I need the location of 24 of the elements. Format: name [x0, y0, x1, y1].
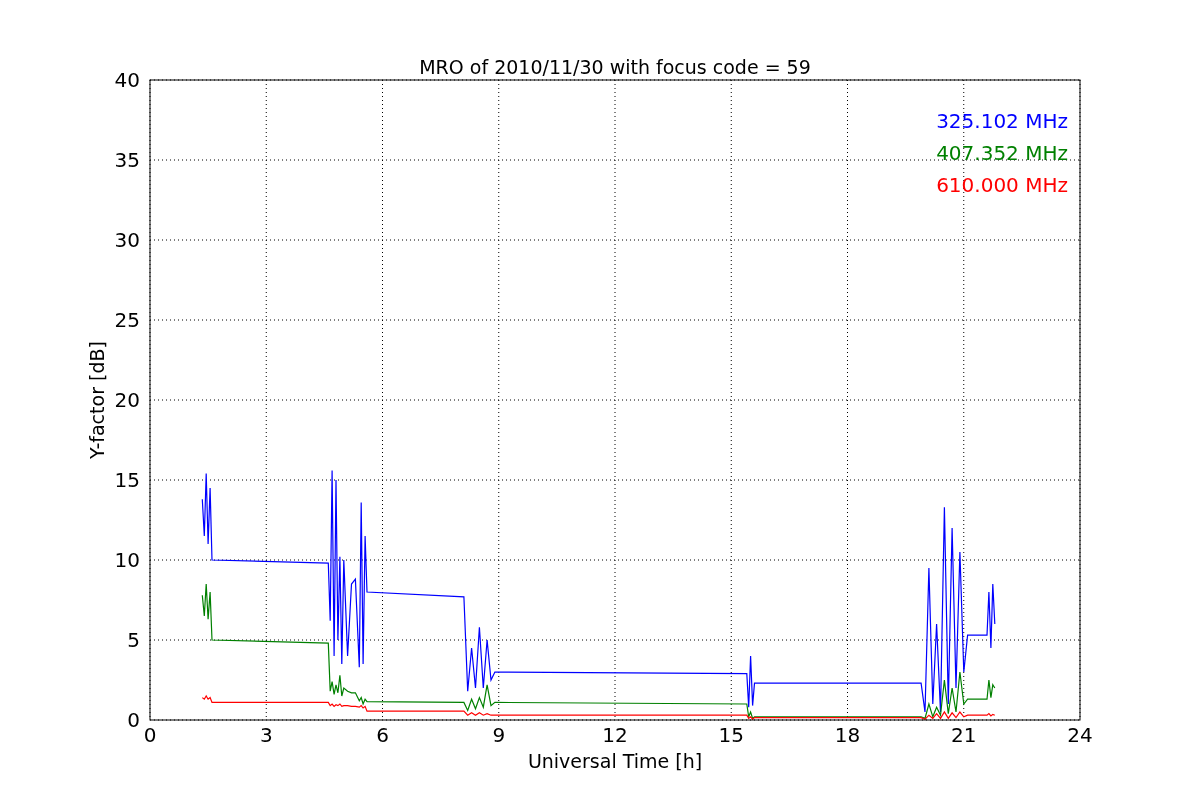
y-tick-label: 0: [127, 708, 140, 732]
x-tick-label: 0: [143, 723, 157, 747]
y-tick-label: 25: [114, 308, 140, 332]
x-tick-label: 24: [1067, 723, 1093, 747]
x-tick-label: 9: [492, 723, 506, 747]
y-axis-label: Y-factor [dB]: [86, 341, 108, 459]
x-tick-label: 21: [951, 723, 977, 747]
x-tick-label: 15: [718, 723, 744, 747]
x-axis-label: Universal Time [h]: [527, 750, 703, 772]
y-tick-label: 5: [127, 628, 140, 652]
x-tick-label: 6: [376, 723, 389, 747]
y-tick-label: 20: [114, 388, 140, 412]
y-tick-label: 35: [114, 148, 140, 172]
x-tick-label: 12: [602, 723, 628, 747]
legend-label: 407.352 MHz: [936, 141, 1068, 165]
x-tick-label: 3: [259, 723, 273, 747]
x-tick-label: 18: [834, 723, 861, 747]
y-tick-label: 30: [114, 228, 140, 252]
legend-label: 325.102 MHz: [936, 109, 1068, 133]
chart-title: MRO of 2010/11/30 with focus code = 59: [419, 56, 811, 78]
legend-label: 610.000 MHz: [936, 173, 1068, 197]
y-tick-label: 15: [114, 468, 140, 492]
y-tick-label: 40: [114, 68, 140, 92]
y-tick-label: 10: [114, 548, 140, 572]
